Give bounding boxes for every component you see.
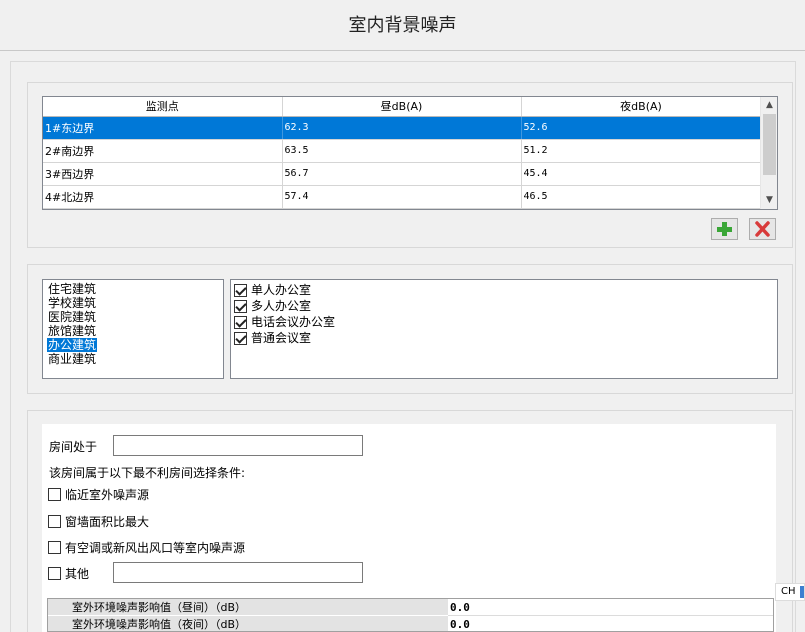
cell-point[interactable]: 2#南边界	[43, 139, 283, 163]
delete-row-button[interactable]	[749, 218, 776, 240]
room-type-item[interactable]: 多人办公室	[234, 298, 777, 314]
grid-scrollbar[interactable]: ▲ ▼	[760, 97, 777, 209]
conditions-heading: 该房间属于以下最不利房间选择条件:	[49, 466, 246, 480]
cell-night[interactable]: 45.4	[521, 162, 762, 186]
cell-day[interactable]: 62.3	[282, 116, 522, 140]
table-row[interactable]: 3#西边界 56.7 45.4	[43, 162, 762, 186]
checkbox[interactable]	[48, 567, 61, 580]
cell-day[interactable]: 57.4	[282, 185, 522, 209]
room-location-input[interactable]	[113, 435, 363, 456]
table-row[interactable]: 4#北边界 57.4 46.5	[43, 185, 762, 209]
monitoring-grid[interactable]: 监测点 昼dB(A) 夜dB(A) 1#东边界 62.3 52.6 2#南边界 …	[42, 96, 778, 210]
scroll-up-icon[interactable]: ▲	[761, 97, 777, 114]
room-location-label: 房间处于	[49, 440, 98, 454]
scroll-thumb[interactable]	[763, 114, 776, 175]
room-type-item[interactable]: 电话会议办公室	[234, 314, 777, 330]
list-item[interactable]: 旅馆建筑	[47, 324, 223, 338]
list-item[interactable]: 医院建筑	[47, 310, 223, 324]
result-row: 室外环境噪声影响值（夜间）（dB） 0.0	[48, 616, 773, 631]
x-icon	[755, 221, 770, 237]
checkbox[interactable]	[48, 488, 61, 501]
scroll-down-icon[interactable]: ▼	[761, 192, 777, 209]
list-item[interactable]: 住宅建筑	[47, 282, 223, 296]
cell-day[interactable]: 56.7	[282, 162, 522, 186]
column-header-night[interactable]: 夜dB(A)	[521, 97, 762, 117]
condition-item[interactable]: 窗墙面积比最大	[48, 513, 149, 530]
table-row[interactable]: 1#东边界 62.3 52.6	[43, 116, 762, 140]
checkbox[interactable]	[234, 331, 247, 345]
add-row-button[interactable]	[711, 218, 738, 240]
column-header-day[interactable]: 昼dB(A)	[282, 97, 522, 117]
cell-night[interactable]: 46.5	[521, 185, 762, 209]
room-type-checklist[interactable]: 单人办公室 多人办公室 电话会议办公室 普通会议室	[230, 279, 778, 379]
title-divider	[0, 50, 805, 51]
result-row: 室外环境噪声影响值（昼间）（dB） 0.0	[48, 599, 773, 616]
plus-icon	[717, 222, 732, 236]
result-label: 室外环境噪声影响值（夜间）（dB）	[48, 616, 448, 631]
other-condition-input[interactable]	[113, 562, 363, 583]
grid-header-row: 监测点 昼dB(A) 夜dB(A)	[43, 97, 762, 117]
list-item[interactable]: 学校建筑	[47, 296, 223, 310]
results-table: 室外环境噪声影响值（昼间）（dB） 0.0 室外环境噪声影响值（夜间）（dB） …	[47, 598, 774, 632]
cell-night[interactable]: 51.2	[521, 139, 762, 163]
cell-point[interactable]: 3#西边界	[43, 162, 283, 186]
ime-indicator[interactable]: CH	[775, 583, 805, 601]
room-type-item[interactable]: 单人办公室	[234, 282, 777, 298]
room-type-item[interactable]: 普通会议室	[234, 330, 777, 346]
checkbox[interactable]	[234, 283, 247, 297]
checkbox[interactable]	[234, 299, 247, 313]
page-title: 室内背景噪声	[348, 15, 457, 36]
building-type-list[interactable]: 住宅建筑 学校建筑 医院建筑 旅馆建筑 办公建筑 商业建筑	[42, 279, 224, 379]
list-item[interactable]: 商业建筑	[47, 352, 223, 366]
column-header-point[interactable]: 监测点	[43, 97, 283, 117]
condition-item-other[interactable]: 其他	[48, 565, 89, 582]
cell-point[interactable]: 4#北边界	[43, 185, 283, 209]
checkbox[interactable]	[234, 315, 247, 329]
result-label: 室外环境噪声影响值（昼间）（dB）	[48, 599, 448, 616]
checkbox[interactable]	[48, 515, 61, 528]
result-value: 0.0	[448, 599, 773, 616]
list-item-selected[interactable]: 办公建筑	[47, 338, 223, 352]
cell-point[interactable]: 1#东边界	[43, 116, 283, 140]
cell-day[interactable]: 63.5	[282, 139, 522, 163]
result-value: 0.0	[448, 616, 773, 631]
table-row[interactable]: 2#南边界 63.5 51.2	[43, 139, 762, 163]
checkbox[interactable]	[48, 541, 61, 554]
condition-item[interactable]: 有空调或新风出风口等室内噪声源	[48, 539, 245, 556]
cell-night[interactable]: 52.6	[521, 116, 762, 140]
condition-item[interactable]: 临近室外噪声源	[48, 486, 149, 503]
